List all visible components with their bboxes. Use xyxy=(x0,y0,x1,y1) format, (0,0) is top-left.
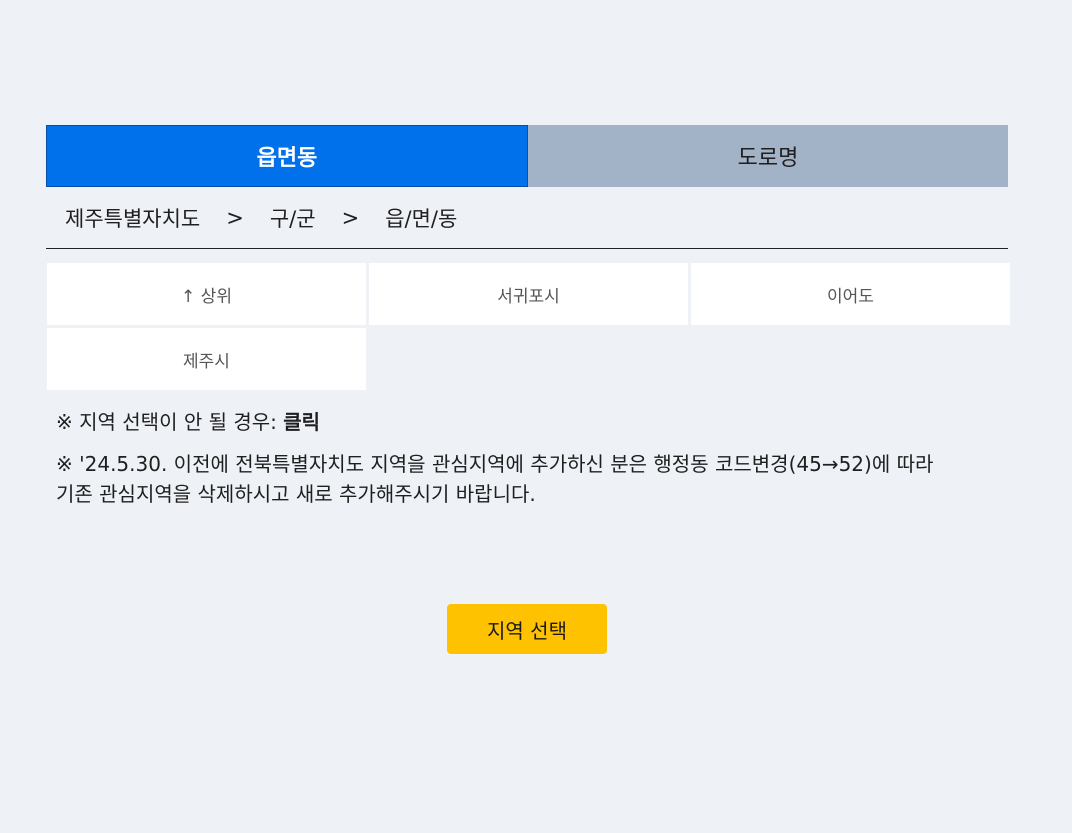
region-up-button[interactable]: ↑ 상위 xyxy=(47,263,366,325)
region-item-ieodo[interactable]: 이어도 xyxy=(691,263,1010,325)
region-selector: 읍면동 도로명 제주특별자치도 > 구/군 > 읍/면/동 ↑ 상위 서귀포시 … xyxy=(46,125,1010,521)
tab-eupmyeondong[interactable]: 읍면동 xyxy=(46,125,528,187)
region-item-seogwipo[interactable]: 서귀포시 xyxy=(369,263,688,325)
region-grid: ↑ 상위 서귀포시 이어도 제주시 xyxy=(46,263,1010,390)
breadcrumb-separator: > xyxy=(341,205,360,230)
notice-selection-help-text: ※ 지역 선택이 안 될 경우: xyxy=(56,410,284,434)
notice-code-change-line2: 기존 관심지역을 삭제하시고 새로 추가해주시기 바랍니다. xyxy=(56,482,536,506)
breadcrumb-district[interactable]: 구/군 xyxy=(270,203,316,233)
notice-selection-help: ※ 지역 선택이 안 될 경우: 클릭 xyxy=(56,407,1008,437)
select-region-button[interactable]: 지역 선택 xyxy=(447,604,607,654)
click-link[interactable]: 클릭 xyxy=(283,410,320,434)
tab-doromyeong[interactable]: 도로명 xyxy=(528,125,1008,187)
region-item-jeju[interactable]: 제주시 xyxy=(47,328,366,390)
breadcrumb-separator: > xyxy=(226,205,244,230)
tab-bar: 읍면동 도로명 xyxy=(46,125,1008,187)
breadcrumb: 제주특별자치도 > 구/군 > 읍/면/동 xyxy=(46,187,1008,249)
notice-code-change-line1: ※ '24.5.30. 이전에 전북특별자치도 지역을 관심지역에 추가하신 분… xyxy=(56,452,934,476)
breadcrumb-province[interactable]: 제주특별자치도 xyxy=(65,203,200,233)
breadcrumb-town[interactable]: 읍/면/동 xyxy=(385,203,457,233)
notice-area: ※ 지역 선택이 안 될 경우: 클릭 ※ '24.5.30. 이전에 전북특별… xyxy=(46,407,1008,509)
notice-code-change: ※ '24.5.30. 이전에 전북특별자치도 지역을 관심지역에 추가하신 분… xyxy=(56,449,1008,509)
